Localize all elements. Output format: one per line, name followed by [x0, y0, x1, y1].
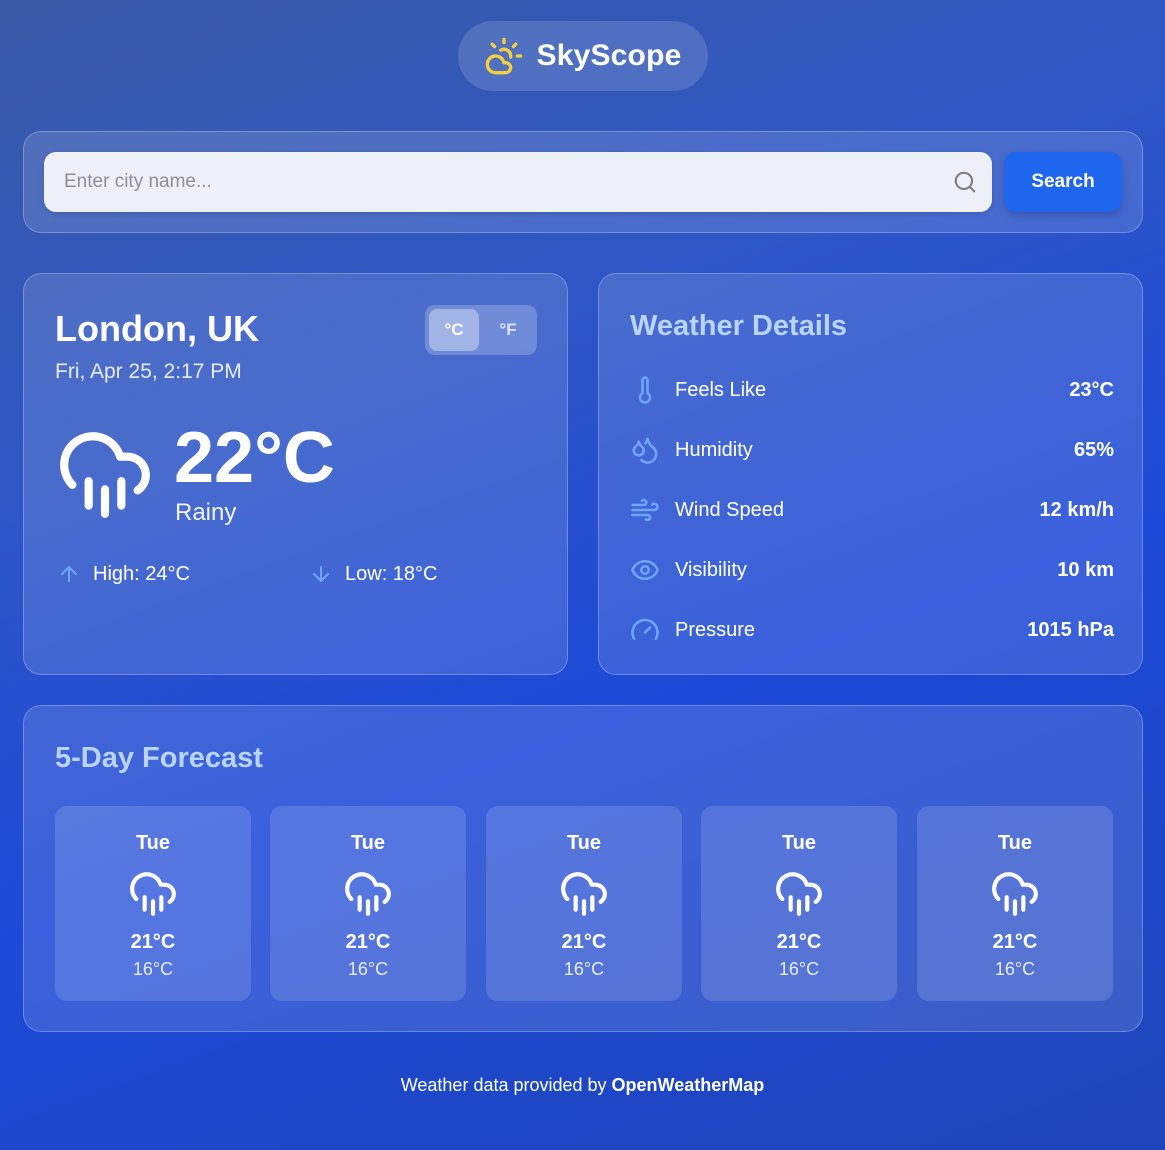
celsius-button[interactable]: °C: [429, 309, 479, 351]
forecast-day: Tue: [135, 832, 171, 854]
detail-value: 12 km/h: [1039, 498, 1114, 521]
cloud-rain-icon: [60, 432, 150, 518]
detail-label: Wind Speed: [675, 498, 784, 521]
forecast-day-card: Tue 21°C 16°C: [55, 806, 251, 1001]
detail-value: 65%: [1073, 438, 1114, 461]
forecast-high: 21°C: [992, 931, 1038, 953]
current-weather-card: London, UK Fri, Apr 25, 2:17 PM °C °F 22…: [23, 273, 568, 675]
footer: Weather data provided by OpenWeatherMap: [0, 1075, 1165, 1096]
detail-row-wind-speed: Wind Speed 12 km/h: [630, 490, 1114, 530]
detail-label: Humidity: [675, 438, 753, 461]
footer-prefix: Weather data provided by: [400, 1075, 607, 1095]
forecast-high: 21°C: [561, 931, 607, 953]
cloud-rain-icon: [992, 872, 1038, 916]
forecast-day-card: Tue 21°C 16°C: [270, 806, 466, 1001]
forecast-low: 16°C: [132, 959, 174, 979]
detail-value: 1015 hPa: [1027, 618, 1114, 641]
detail-label: Visibility: [675, 558, 747, 581]
search-button[interactable]: Search: [1004, 152, 1122, 212]
arrow-down-icon: [313, 566, 329, 582]
detail-row-visibility: Visibility 10 km: [630, 550, 1114, 590]
forecast-day-card: Tue 21°C 16°C: [917, 806, 1113, 1001]
forecast-low: 16°C: [563, 959, 605, 979]
forecast-title: 5-Day Forecast: [55, 742, 263, 774]
cloud-rain-icon: [776, 872, 822, 916]
droplets-icon: [632, 437, 658, 464]
detail-label: Pressure: [675, 618, 756, 641]
detail-value: 10 km: [1057, 558, 1114, 581]
forecast-low: 16°C: [778, 959, 820, 979]
wind-icon: [631, 498, 659, 522]
forecast-day: Tue: [781, 832, 817, 854]
detail-label: Feels Like: [675, 378, 767, 401]
thermometer-icon: [638, 376, 652, 404]
current-datetime: Fri, Apr 25, 2:17 PM: [55, 360, 242, 383]
search-box: [44, 152, 992, 212]
cloud-rain-icon: [130, 872, 176, 916]
eye-icon: [631, 560, 659, 580]
footer-source-link[interactable]: OpenWeatherMap: [612, 1075, 765, 1095]
low-temp-label: Low: 18°C: [345, 562, 438, 585]
forecast-high: 21°C: [345, 931, 391, 953]
arrow-up-icon: [61, 566, 77, 582]
unit-toggle: °C °F: [425, 305, 537, 355]
detail-value: 23°C: [1069, 378, 1114, 401]
app-name: SkyScope: [536, 39, 682, 72]
forecast-day-card: Tue 21°C 16°C: [701, 806, 897, 1001]
detail-row-pressure: Pressure 1015 hPa: [630, 610, 1114, 650]
forecast-low: 16°C: [994, 959, 1036, 979]
high-temp: High: 24°C: [57, 562, 190, 586]
weather-details-card: Weather Details Feels Like 23°C Humidity…: [598, 273, 1143, 675]
forecast-day: Tue: [997, 832, 1033, 854]
forecast-day-card: Tue 21°C 16°C: [486, 806, 682, 1001]
forecast-low: 16°C: [347, 959, 389, 979]
forecast-high: 21°C: [776, 931, 822, 953]
cloud-rain-icon: [561, 872, 607, 916]
search-panel: Search: [23, 131, 1143, 233]
app-logo: SkyScope: [458, 21, 708, 91]
cloud-rain-icon: [345, 872, 391, 916]
low-temp: Low: 18°C: [309, 562, 438, 586]
weather-condition: Rainy: [175, 499, 237, 526]
forecast-day: Tue: [350, 832, 386, 854]
gauge-icon: [631, 618, 659, 640]
sun-cloud-icon: [486, 37, 523, 75]
forecast-high: 21°C: [130, 931, 176, 953]
current-temperature: 22°C: [174, 418, 335, 498]
details-title: Weather Details: [630, 310, 848, 342]
detail-row-humidity: Humidity 65%: [630, 430, 1114, 470]
forecast-day: Tue: [566, 832, 602, 854]
high-temp-label: High: 24°C: [93, 562, 190, 585]
city-name: London, UK: [55, 308, 259, 349]
forecast-card: 5-Day Forecast Tue 21°C 16°C Tue 21°C 16…: [23, 705, 1143, 1032]
detail-row-feels-like: Feels Like 23°C: [630, 370, 1114, 410]
fahrenheit-button[interactable]: °F: [483, 309, 533, 351]
search-icon[interactable]: [952, 169, 978, 195]
search-input[interactable]: [44, 152, 952, 212]
